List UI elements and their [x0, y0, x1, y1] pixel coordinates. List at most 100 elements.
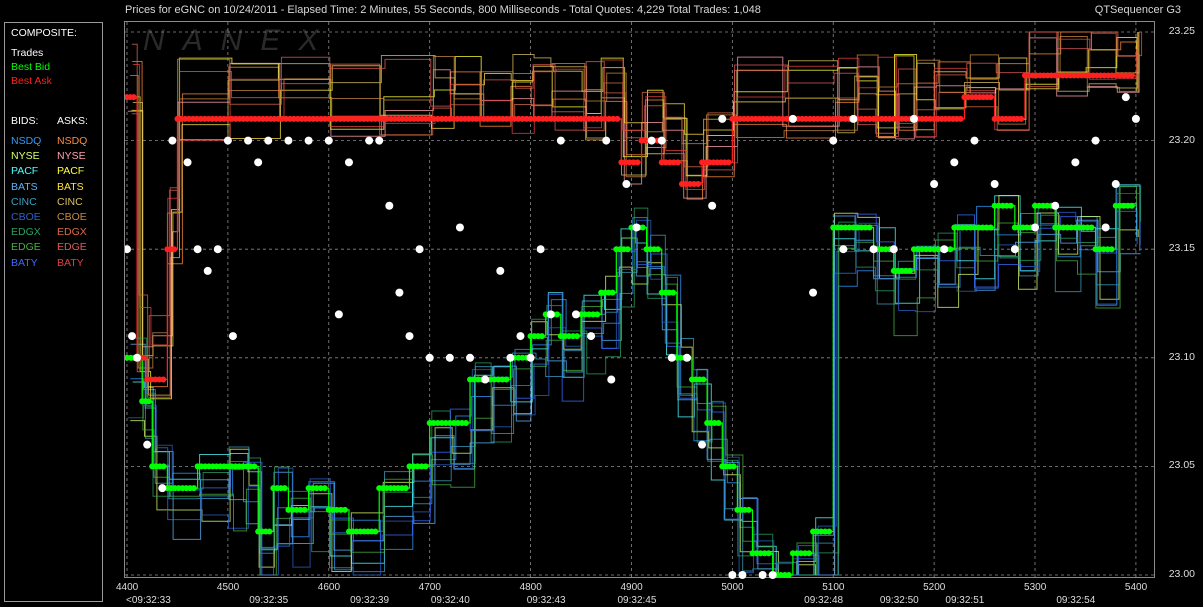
- trade-point: [849, 114, 858, 123]
- price-chart-svg: NANEX: [125, 22, 1156, 579]
- trade-point: [506, 353, 515, 362]
- chart-area[interactable]: NANEX: [124, 21, 1156, 579]
- best-ask-point: [725, 159, 732, 166]
- ask-line-bats: [131, 32, 1140, 357]
- best-bid-point: [765, 550, 772, 557]
- best-bid-point: [301, 506, 308, 513]
- best-ask-point: [130, 94, 137, 101]
- best-bid-point: [538, 333, 545, 340]
- trade-point: [607, 375, 616, 384]
- x-seq-tick-label: 4400: [116, 582, 139, 593]
- chart-title: Prices for eGNC on 10/24/2011 - Elapsed …: [125, 4, 761, 16]
- best-ask-point: [957, 115, 964, 122]
- trade-point: [203, 266, 212, 275]
- best-bid-point: [670, 289, 677, 296]
- legend-ask-cinc: CINC: [57, 195, 83, 208]
- trade-point: [395, 288, 404, 297]
- legend-trades: Trades: [11, 47, 44, 59]
- legend-bid-edgx: EDGX: [11, 226, 41, 239]
- trade-point: [718, 114, 727, 123]
- trade-point: [365, 136, 374, 145]
- trade-point: [244, 136, 253, 145]
- best-ask-point: [160, 376, 167, 383]
- trade-point: [496, 266, 505, 275]
- legend-ask-edgx: EDGX: [57, 226, 87, 239]
- trade-point: [1131, 114, 1140, 123]
- best-bid-point: [624, 246, 631, 253]
- x-time-tick-label: 09:32:43: [526, 595, 566, 606]
- y-tick-label: 23.15: [1168, 242, 1195, 255]
- trade-point: [284, 136, 293, 145]
- legend-best-bid: Best Bid: [11, 61, 51, 73]
- trade-point: [728, 571, 737, 579]
- best-bid-point: [160, 463, 167, 470]
- legend-bid-nsdq: NSDQ: [11, 135, 42, 147]
- legend-ask-pacf: PACF: [57, 165, 85, 178]
- legend-ask-nsdq: NSDQ: [57, 135, 88, 147]
- legend-bid-bats: BATS: [11, 180, 38, 193]
- trade-point: [738, 571, 747, 579]
- trade-point: [667, 353, 676, 362]
- trade-point: [940, 245, 949, 254]
- legend-ask-edge: EDGE: [57, 241, 87, 254]
- trade-point: [556, 136, 565, 145]
- trade-point: [546, 310, 555, 319]
- legend-asks-label: ASKS:: [57, 115, 88, 127]
- legend-bid-pacf: PACF: [11, 165, 39, 178]
- watermark: NANEX: [143, 24, 336, 57]
- trade-point: [909, 114, 918, 123]
- trade-point: [405, 332, 414, 341]
- trade-point: [425, 353, 434, 362]
- legend-best-ask: Best Ask: [11, 75, 52, 87]
- trade-point: [375, 136, 384, 145]
- x-seq-tick-label: 4600: [317, 582, 341, 593]
- trade-point: [571, 310, 580, 319]
- best-bid-point: [1088, 224, 1095, 231]
- ask-line-nyse: [127, 37, 1140, 348]
- best-bid-point: [573, 333, 580, 340]
- trade-point: [1111, 180, 1120, 189]
- trade-point: [158, 484, 167, 493]
- x-time-tick-label: <09:32:33: [126, 595, 171, 606]
- trade-point: [708, 201, 717, 210]
- best-bid-point: [745, 506, 752, 513]
- legend-ask-cboe: CBOE: [57, 211, 87, 223]
- best-bid-point: [554, 311, 561, 318]
- legend-bid-cboe: CBOE: [11, 211, 41, 223]
- best-bid-point: [609, 289, 616, 296]
- legend-bid-edge: EDGE: [11, 241, 41, 254]
- x-seq-tick-label: 5100: [822, 582, 845, 593]
- best-ask-point: [1018, 115, 1025, 122]
- trade-point: [324, 136, 333, 145]
- trade-point: [526, 353, 535, 362]
- legend-ask-baty: BATY: [57, 256, 84, 269]
- legend-bid-baty: BATY: [11, 256, 38, 269]
- trade-point: [334, 310, 343, 319]
- trade-point: [264, 136, 273, 145]
- trade-point: [632, 223, 641, 232]
- trade-point: [445, 353, 454, 362]
- x-seq-tick-label: 5000: [721, 582, 744, 593]
- trade-point: [223, 136, 232, 145]
- x-seq-tick-label: 5300: [1024, 582, 1047, 593]
- trade-point: [889, 245, 898, 254]
- trade-point: [516, 332, 525, 341]
- best-bid-point: [266, 528, 273, 535]
- trade-point: [839, 245, 848, 254]
- y-tick-label: 23.10: [1168, 350, 1195, 363]
- trade-point: [455, 223, 464, 232]
- trade-point: [304, 136, 313, 145]
- trade-point: [682, 353, 691, 362]
- best-ask-point: [674, 159, 681, 166]
- trade-point: [481, 375, 490, 384]
- trade-point: [1121, 93, 1130, 102]
- legend-bids-label: BIDS:: [11, 115, 39, 127]
- best-bid-point: [715, 419, 722, 426]
- best-bid-point: [341, 506, 348, 513]
- trade-point: [657, 136, 666, 145]
- trade-point: [228, 332, 237, 341]
- trade-point: [415, 245, 424, 254]
- best-bid-point: [987, 224, 994, 231]
- best-bid-point: [321, 485, 328, 492]
- best-ask-point: [140, 354, 147, 361]
